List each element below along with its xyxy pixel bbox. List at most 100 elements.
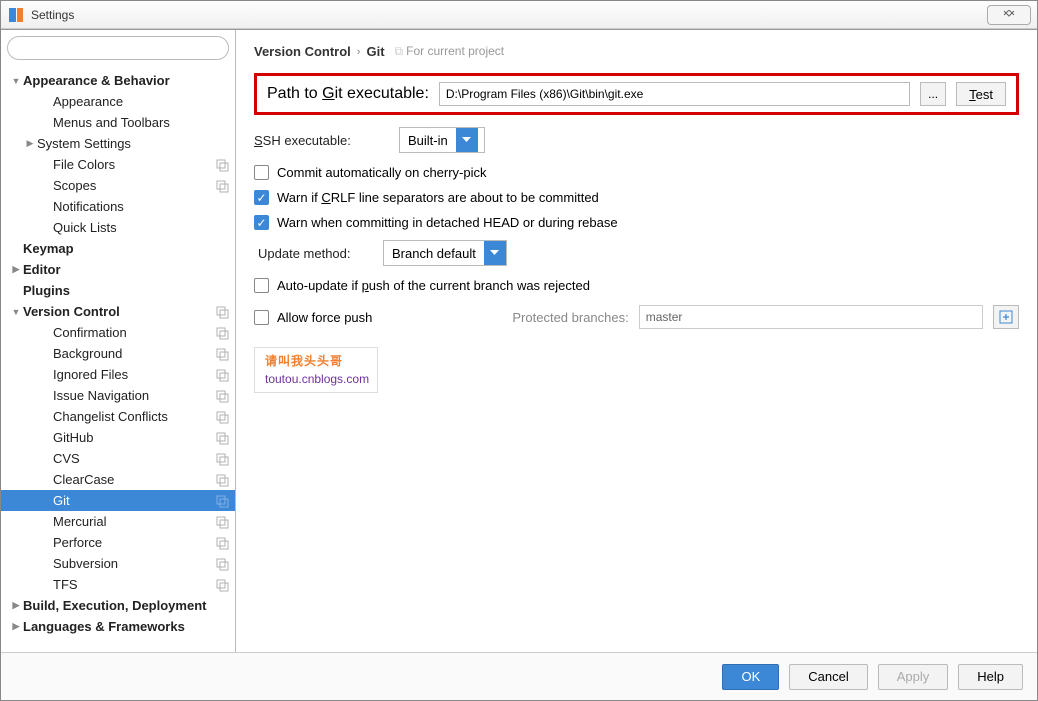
main-panel: Version Control › Git ⧉For current proje… (236, 30, 1037, 652)
watermark-line2: toutou.cnblogs.com (265, 372, 367, 386)
tree-arrow-icon: ▶ (9, 600, 23, 611)
tree-arrow-icon: ▶ (9, 621, 23, 632)
chevron-down-icon (456, 128, 478, 152)
tree-arrow-icon: ▶ (9, 264, 23, 275)
tree-item-label: Build, Execution, Deployment (23, 598, 229, 613)
tree-item-git[interactable]: Git (1, 490, 235, 511)
tree-item-menus-and-toolbars[interactable]: Menus and Toolbars (1, 112, 235, 133)
cancel-button[interactable]: Cancel (789, 664, 867, 690)
tree-item-label: Confirmation (53, 325, 215, 340)
tree-item-github[interactable]: GitHub (1, 427, 235, 448)
update-method-dropdown[interactable]: Branch default (383, 240, 507, 266)
ssh-dropdown[interactable]: Built-in (399, 127, 485, 153)
search-wrap (1, 30, 235, 66)
tree-item-label: Plugins (23, 283, 229, 298)
checkbox-checked-icon (254, 215, 269, 230)
update-method-value: Branch default (384, 241, 484, 265)
search-input[interactable] (7, 36, 229, 60)
tree-item-system-settings[interactable]: ▶System Settings (1, 133, 235, 154)
update-method-label: Update method: (258, 246, 373, 261)
chevron-down-icon (484, 241, 506, 265)
tree-item-label: CVS (53, 451, 215, 466)
checkbox-icon (254, 310, 269, 325)
tree-item-label: Scopes (53, 178, 215, 193)
tree-item-appearance-behavior[interactable]: ▼Appearance & Behavior (1, 70, 235, 91)
tree-item-label: Background (53, 346, 215, 361)
tree-item-background[interactable]: Background (1, 343, 235, 364)
tree-item-label: Git (53, 493, 215, 508)
checkbox-icon (254, 278, 269, 293)
tree-item-confirmation[interactable]: Confirmation (1, 322, 235, 343)
cb-forcepush-label: Allow force push (277, 310, 372, 325)
tree-item-clearcase[interactable]: ClearCase (1, 469, 235, 490)
ssh-label: SSH executable: (254, 133, 389, 148)
tree-item-tfs[interactable]: TFS (1, 574, 235, 595)
app-icon (7, 6, 25, 24)
tree-item-languages-frameworks[interactable]: ▶Languages & Frameworks (1, 616, 235, 637)
tree-item-perforce[interactable]: Perforce (1, 532, 235, 553)
tree-item-label: Languages & Frameworks (23, 619, 229, 634)
titlebar: Settings (1, 1, 1037, 29)
ssh-value: Built-in (400, 128, 456, 152)
apply-button[interactable]: Apply (878, 664, 949, 690)
settings-tree[interactable]: ▼Appearance & BehaviorAppearanceMenus an… (1, 66, 235, 652)
tree-item-mercurial[interactable]: Mercurial (1, 511, 235, 532)
copy-icon: ⧉ (395, 44, 404, 58)
tree-item-label: Appearance & Behavior (23, 73, 229, 88)
tree-item-editor[interactable]: ▶Editor (1, 259, 235, 280)
cb-cherrypick-row[interactable]: Commit automatically on cherry-pick (254, 165, 1019, 180)
tree-item-label: File Colors (53, 157, 215, 172)
cb-autoupdate-row[interactable]: Auto-update if push of the current branc… (254, 278, 1019, 293)
tree-item-build-execution-deployment[interactable]: ▶Build, Execution, Deployment (1, 595, 235, 616)
cb-forcepush-row[interactable]: Allow force push (254, 310, 372, 325)
tree-item-subversion[interactable]: Subversion (1, 553, 235, 574)
window-title: Settings (31, 8, 74, 22)
force-push-row: Allow force push Protected branches: (254, 305, 1019, 329)
tree-item-label: System Settings (37, 136, 229, 151)
tree-item-plugins[interactable]: Plugins (1, 280, 235, 301)
watermark: 请叫我头头哥 toutou.cnblogs.com (254, 347, 378, 393)
sidebar: ▼Appearance & BehaviorAppearanceMenus an… (1, 30, 236, 652)
tree-item-changelist-conflicts[interactable]: Changelist Conflicts (1, 406, 235, 427)
tree-item-issue-navigation[interactable]: Issue Navigation (1, 385, 235, 406)
tree-item-label: ClearCase (53, 472, 215, 487)
tree-item-appearance[interactable]: Appearance (1, 91, 235, 112)
close-button[interactable] (987, 5, 1031, 25)
cb-crlf-row[interactable]: Warn if CRLF line separators are about t… (254, 190, 1019, 205)
tree-item-label: GitHub (53, 430, 215, 445)
footer: OK Cancel Apply Help (1, 652, 1037, 700)
git-path-input[interactable] (439, 82, 910, 106)
cb-detached-row[interactable]: Warn when committing in detached HEAD or… (254, 215, 1019, 230)
tree-item-notifications[interactable]: Notifications (1, 196, 235, 217)
ok-button[interactable]: OK (722, 664, 779, 690)
tree-item-label: Keymap (23, 241, 229, 256)
tree-item-keymap[interactable]: Keymap (1, 238, 235, 259)
checkbox-icon (254, 165, 269, 180)
tree-item-version-control[interactable]: ▼Version Control (1, 301, 235, 322)
checkbox-checked-icon (254, 190, 269, 205)
expand-button[interactable] (993, 305, 1019, 329)
tree-item-ignored-files[interactable]: Ignored Files (1, 364, 235, 385)
breadcrumb-current: Git (366, 44, 384, 59)
git-path-label: Path to Git executable: (267, 85, 429, 103)
help-button[interactable]: Help (958, 664, 1023, 690)
breadcrumb-parent[interactable]: Version Control (254, 44, 351, 59)
tree-item-label: Notifications (53, 199, 229, 214)
tree-item-label: Editor (23, 262, 229, 277)
tree-item-scopes[interactable]: Scopes (1, 175, 235, 196)
browse-button[interactable]: ... (920, 82, 946, 106)
protected-branches-input[interactable] (639, 305, 983, 329)
test-button[interactable]: Test (956, 82, 1006, 106)
tree-item-label: Ignored Files (53, 367, 215, 382)
protected-branches-label: Protected branches: (512, 310, 628, 325)
watermark-line1: 请叫我头头哥 (265, 352, 367, 369)
expand-icon (999, 310, 1013, 324)
tree-item-label: Quick Lists (53, 220, 229, 235)
tree-item-label: Changelist Conflicts (53, 409, 215, 424)
tree-item-cvs[interactable]: CVS (1, 448, 235, 469)
tree-item-file-colors[interactable]: File Colors (1, 154, 235, 175)
tree-arrow-icon: ▶ (23, 138, 37, 149)
tree-item-quick-lists[interactable]: Quick Lists (1, 217, 235, 238)
ssh-row: SSH executable: Built-in (254, 127, 1019, 153)
update-method-row: Update method: Branch default (254, 240, 1019, 266)
